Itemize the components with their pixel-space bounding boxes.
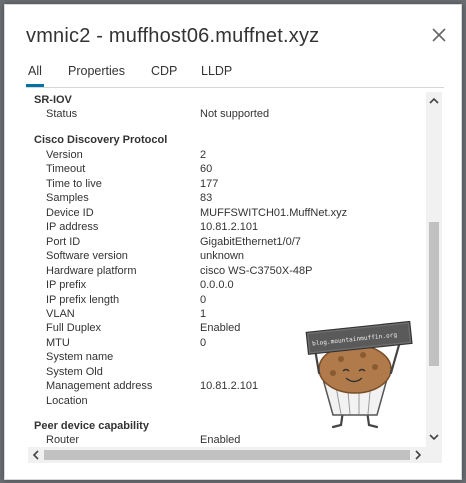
property-row: Version 2: [28, 149, 408, 163]
property-row: IP address 10.81.2.101: [28, 221, 408, 235]
horizontal-scroll-thumb[interactable]: [44, 450, 410, 460]
property-value: 0: [200, 293, 207, 306]
property-value: 1: [200, 307, 207, 320]
property-value: MUFFSWITCH01.MuffNet.xyz: [200, 206, 348, 219]
property-row: Time to live 177: [28, 178, 408, 192]
property-label: Timeout: [46, 163, 86, 176]
property-value: 10.81.2.101: [200, 221, 259, 234]
property-value: 0: [200, 336, 207, 349]
property-row: Device ID MUFFSWITCH01.MuffNet.xyz: [28, 207, 408, 221]
scrollbar-corner: [426, 447, 442, 463]
property-label: IP address: [46, 221, 99, 234]
horizontal-scrollbar[interactable]: [28, 447, 426, 463]
property-row: VLAN 1: [28, 308, 408, 322]
property-label: Router: [46, 434, 80, 446]
property-value: 2: [200, 149, 207, 161]
property-value: Not supported: [200, 108, 270, 120]
property-row: Status Not supported: [28, 108, 408, 122]
property-row: Software version unknown: [28, 250, 408, 264]
tab-all[interactable]: All: [28, 64, 42, 78]
property-label: Device ID: [46, 206, 94, 219]
property-value: Enabled: [200, 434, 241, 446]
scroll-down-icon[interactable]: [426, 430, 442, 444]
property-value: unknown: [200, 250, 245, 263]
property-label: IP prefix: [46, 279, 87, 292]
property-row: IP prefix 0.0.0.0: [28, 279, 408, 293]
property-label: Hardware platform: [46, 264, 137, 277]
property-label: Status: [46, 108, 78, 120]
property-value: cisco WS-C3750X-48P: [200, 264, 313, 277]
property-label: MTU: [46, 336, 70, 349]
tab-divider: [26, 87, 444, 88]
property-label: System name: [46, 351, 114, 364]
scroll-up-icon[interactable]: [426, 94, 442, 108]
property-label: VLAN: [46, 307, 75, 320]
vertical-scrollbar[interactable]: [426, 92, 442, 447]
tab-bar: All Properties CDP LLDP: [5, 61, 461, 87]
property-row: Hardware platform cisco WS-C3750X-48P: [28, 265, 408, 279]
tab-properties[interactable]: Properties: [68, 64, 125, 78]
property-label: Samples: [46, 192, 89, 205]
property-label: Full Duplex: [46, 322, 102, 335]
property-value: GigabitEthernet1/0/7: [200, 235, 301, 248]
property-label: Version: [46, 149, 83, 161]
property-row: Port ID GigabitEthernet1/0/7: [28, 236, 408, 250]
property-row: Router Enabled: [28, 434, 408, 447]
property-value: 83: [200, 192, 213, 205]
property-label: System Old: [46, 365, 103, 378]
property-label: Management address: [46, 380, 153, 393]
tab-cdp[interactable]: CDP: [151, 64, 177, 78]
section-title-sriov: SR-IOV: [34, 94, 72, 106]
dialog: vmnic2 - muffhost06.muffnet.xyz All Prop…: [4, 4, 462, 480]
scroll-left-icon[interactable]: [29, 448, 43, 462]
property-value: 177: [200, 177, 219, 190]
property-row: Samples 83: [28, 192, 408, 206]
property-label: Port ID: [46, 235, 81, 248]
scroll-right-icon[interactable]: [411, 448, 425, 462]
property-value: 10.81.2.101: [200, 380, 259, 393]
property-row: IP prefix length 0: [28, 294, 408, 308]
close-icon[interactable]: [430, 26, 448, 44]
section-title-cdp: Cisco Discovery Protocol: [34, 134, 168, 146]
section-title-peer: Peer device capability: [34, 420, 149, 432]
property-value: 0.0.0.0: [200, 279, 234, 292]
property-value: 60: [200, 163, 213, 176]
property-label: IP prefix length: [46, 293, 120, 306]
vertical-scroll-thumb[interactable]: [429, 222, 439, 366]
tab-lldp[interactable]: LLDP: [201, 64, 232, 78]
dialog-title: vmnic2 - muffhost06.muffnet.xyz: [26, 25, 320, 47]
property-label: Location: [46, 394, 88, 407]
property-label: Time to live: [46, 177, 102, 190]
property-value: Enabled: [200, 322, 241, 335]
property-label: Software version: [46, 250, 128, 263]
property-row: Timeout 60: [28, 163, 408, 177]
